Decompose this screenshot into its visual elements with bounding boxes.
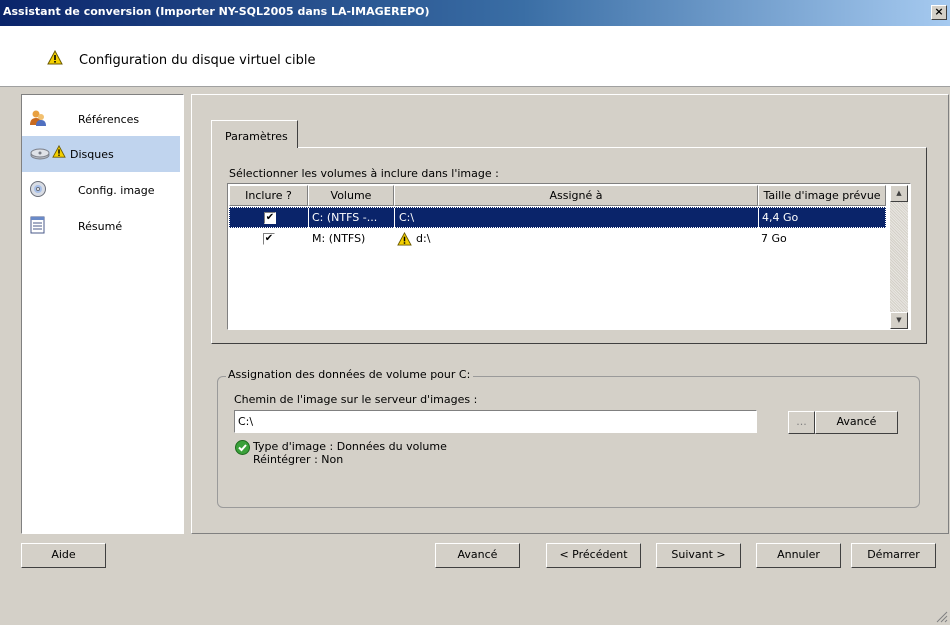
wizard-window: Assistant de conversion (Importer NY-SQL…	[0, 0, 950, 625]
disks-icon	[30, 148, 50, 160]
wizard-steps-sidebar: Références Disques Config. image Résumé	[21, 94, 184, 534]
scroll-down-button[interactable]: ▼	[890, 312, 908, 329]
sidebar-item-label: Config. image	[78, 184, 155, 197]
advanced-button[interactable]: Avancé	[435, 543, 520, 568]
table-row[interactable]: ✔ M: (NTFS) d:\ 7 Go	[229, 229, 886, 250]
title-bar[interactable]: Assistant de conversion (Importer NY-SQL…	[0, 0, 950, 26]
tab-label: Paramètres	[225, 130, 288, 143]
close-button[interactable]: ×	[931, 5, 947, 20]
column-header-volume[interactable]: Volume	[308, 185, 394, 206]
size-cell: 7 Go	[761, 232, 787, 245]
sidebar-item-label: Résumé	[78, 220, 123, 233]
previous-button[interactable]: < Précédent	[546, 543, 641, 568]
check-icon	[235, 440, 250, 455]
image-path-input[interactable]	[234, 410, 757, 433]
column-header-size[interactable]: Taille d'image prévue	[758, 185, 886, 206]
volumes-table[interactable]: Inclure ? Volume Assigné à Taille d'imag…	[227, 183, 911, 330]
include-checkbox[interactable]: ✔	[264, 212, 276, 224]
resize-grip-icon[interactable]	[936, 611, 948, 623]
sidebar-item-summary[interactable]: Résumé	[22, 208, 180, 244]
table-row[interactable]: ✔ C: (NTFS -... C:\ 4,4 Go	[229, 207, 886, 228]
scroll-up-button[interactable]: ▲	[890, 185, 908, 202]
volume-cell: C: (NTFS -...	[312, 211, 378, 224]
volumes-label: Sélectionner les volumes à inclure dans …	[229, 167, 499, 180]
size-cell: 4,4 Go	[762, 211, 799, 224]
page-title: Configuration du disque virtuel cible	[79, 53, 316, 68]
help-button[interactable]: Aide	[21, 543, 106, 568]
browse-button[interactable]: ...	[788, 411, 815, 434]
vertical-scrollbar[interactable]: ▲ ▼	[890, 185, 908, 329]
image-type-text: Type d'image : Données du volume	[253, 440, 447, 453]
image-path-label: Chemin de l'image sur le serveur d'image…	[234, 393, 478, 406]
tab-parameters[interactable]: Paramètres	[211, 120, 298, 148]
column-header-assigned[interactable]: Assigné à	[394, 185, 758, 206]
image-config-icon	[30, 181, 46, 197]
wizard-header: Configuration du disque virtuel cible	[0, 26, 950, 87]
sidebar-item-label: Références	[78, 113, 140, 126]
cancel-button[interactable]: Annuler	[756, 543, 841, 568]
assigned-cell: C:\	[399, 211, 415, 224]
sidebar-item-disks[interactable]: Disques	[22, 136, 180, 172]
sidebar-item-image-config[interactable]: Config. image	[22, 172, 180, 208]
summary-icon	[30, 216, 45, 234]
warning-icon	[397, 232, 412, 246]
group-title: Assignation des données de volume pour C…	[226, 368, 474, 381]
start-button[interactable]: Démarrer	[851, 543, 936, 568]
window-title: Assistant de conversion (Importer NY-SQL…	[3, 5, 430, 18]
warning-icon	[47, 50, 63, 65]
warning-icon	[52, 145, 66, 158]
include-checkbox[interactable]: ✔	[263, 233, 275, 245]
column-header-include[interactable]: Inclure ?	[229, 185, 308, 206]
reintegrate-text: Réintégrer : Non	[253, 453, 344, 466]
volume-cell: M: (NTFS)	[312, 232, 366, 245]
sidebar-item-references[interactable]: Références	[22, 101, 180, 137]
assignment-advanced-button[interactable]: Avancé	[815, 411, 898, 434]
references-icon	[30, 110, 46, 126]
sidebar-item-label: Disques	[70, 148, 114, 161]
assigned-cell: d:\	[416, 232, 431, 245]
next-button[interactable]: Suivant >	[656, 543, 741, 568]
